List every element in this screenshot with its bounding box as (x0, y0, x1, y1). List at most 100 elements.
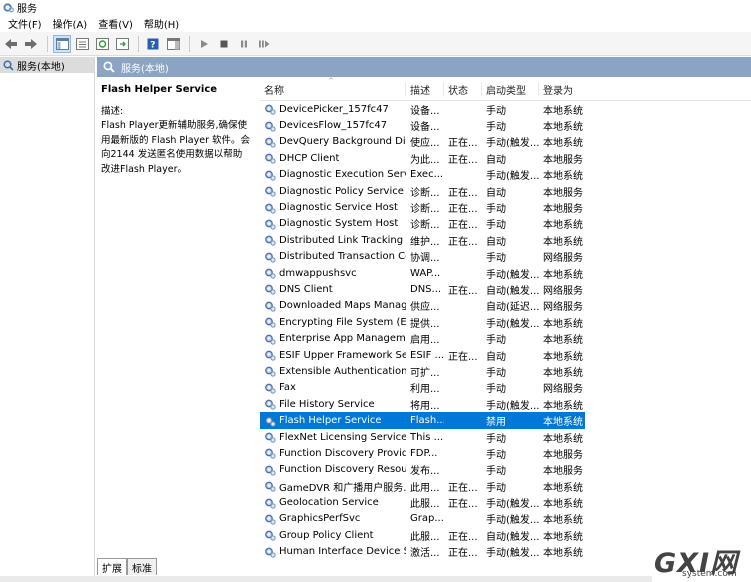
table-row[interactable]: GraphicsPerfSvc Grap... 手动(触发... 本地系统 (260, 511, 585, 527)
table-row[interactable]: Diagnostic Service Host 诊断... 正在... 手动 本地服务 (260, 199, 585, 215)
cell-description: FDP... (410, 447, 438, 459)
table-row[interactable]: Human Interface Device S... 激活... 正在... 手动(… (260, 544, 585, 560)
table-row[interactable]: Encrypting File System (EFS) 提供... 手动(触发..… (260, 314, 585, 330)
table-row[interactable]: GameDVR 和广播用户服务... 此用... 正在... 手动 本地系统 (260, 478, 585, 494)
table-header: ^ 名称 描述 状态 启动类型 登录为 (260, 77, 751, 101)
service-gear-icon (265, 399, 276, 410)
service-name: DHCP Client (279, 152, 340, 164)
show-hide-tree-button[interactable] (53, 34, 71, 53)
back-button[interactable] (2, 35, 20, 53)
cell-description: 启用... (410, 335, 440, 347)
help-button[interactable]: ? (144, 35, 162, 53)
table-row[interactable]: File History Service 将用... 手动(触发... 本地系统 (260, 396, 585, 412)
table-row[interactable]: Geolocation Service 此服... 正在... 手动(触发... 本地系… (260, 494, 585, 510)
restart-service-button[interactable] (255, 35, 273, 53)
table-row[interactable]: Distributed Link Tracking C... 维护... 正在...… (260, 232, 585, 248)
service-gear-icon (265, 137, 276, 148)
service-gear-icon (265, 301, 276, 312)
table-row[interactable]: Function Discovery Resour... 发布... 手动 本地服务 (260, 462, 585, 478)
cell-logon-as: 本地系统 (543, 433, 583, 445)
service-name: DNS Client (279, 283, 333, 295)
cell-logon-as: 本地系统 (543, 351, 583, 363)
service-gear-icon (265, 530, 276, 541)
tab-extended[interactable]: 扩展 (97, 558, 127, 575)
cell-logon-as: 本地系统 (543, 367, 583, 379)
cell-startup-type: 自动(触发... (486, 285, 539, 297)
table-row[interactable]: Enterprise App Manageme... 启用... 手动 本地系统 (260, 330, 585, 346)
table-row[interactable]: Diagnostic System Host 诊断... 正在... 手动 本地系统 (260, 216, 585, 232)
cell-status: 正在... (448, 220, 478, 232)
table-row[interactable]: Extensible Authentication ... 可扩... 手动 本地系统 (260, 363, 585, 379)
table-row[interactable]: DevicesFlow_157fc47 设备... 手动 本地系统 (260, 117, 585, 133)
service-gear-icon (265, 465, 276, 476)
cell-name: Diagnostic System Host (260, 218, 406, 230)
cell-description: DNS... (410, 283, 442, 295)
cell-logon-as: 本地系统 (543, 105, 583, 117)
table-row[interactable]: Flash Helper Service Flash... 禁用 本地系统 (260, 412, 585, 429)
table-row[interactable]: Diagnostic Execution Service Exec... 手动(触发… (260, 167, 585, 183)
menu-action[interactable]: 操作(A) (49, 16, 92, 31)
play-icon (201, 39, 208, 48)
cell-startup-type: 自动(触发... (486, 531, 539, 543)
cell-name: DevicesFlow_157fc47 (260, 120, 406, 132)
menu-view[interactable]: 查看(V) (94, 16, 137, 31)
table-row[interactable]: Downloaded Maps Manager 供应... 自动(延迟... 网络服务 (260, 298, 585, 314)
table-row[interactable]: DHCP Client 为此... 正在... 自动 本地服务 (260, 150, 585, 166)
show-hide-action-pane-button[interactable] (164, 35, 182, 53)
cell-logon-as: 本地服务 (543, 466, 583, 478)
forward-button[interactable] (22, 35, 40, 53)
cell-startup-type: 手动(触发... (486, 548, 539, 560)
svg-text:?: ? (150, 40, 155, 50)
table-row[interactable]: Distributed Transaction Co... 协调... 手动 网络服务 (260, 249, 585, 265)
service-gear-icon (265, 416, 276, 427)
panel-header-title: 服务(本地) (121, 63, 169, 75)
table-row[interactable]: FlexNet Licensing Service This ... 手动 本地系统 (260, 429, 585, 445)
table-row[interactable]: DevQuery Background Dis... 使应... 正在... 手动(触… (260, 134, 585, 150)
column-header-status[interactable]: 状态 (444, 82, 482, 97)
menu-file[interactable]: 文件(F) (4, 16, 46, 31)
service-name: Distributed Transaction Co... (279, 251, 406, 263)
start-service-button[interactable] (195, 35, 213, 53)
cell-startup-type: 手动(触发... (486, 400, 539, 412)
table-row[interactable]: dmwappushsvc WAP... 手动(触发... 本地系统 (260, 265, 585, 281)
cell-status: 正在... (448, 138, 478, 150)
cell-logon-as: 本地系统 (543, 318, 583, 330)
cell-logon-as: 本地系统 (543, 499, 583, 511)
table-row[interactable]: DNS Client DNS... 正在... 自动(触发... 网络服务 (260, 281, 585, 297)
cell-logon-as: 本地系统 (543, 236, 583, 248)
column-header-description[interactable]: 描述 (406, 82, 444, 97)
service-name: GraphicsPerfSvc (279, 513, 361, 525)
column-header-logon-as[interactable]: 登录为 (539, 82, 585, 97)
menu-help[interactable]: 帮助(H) (140, 16, 183, 31)
tab-standard[interactable]: 标准 (127, 558, 157, 575)
export-list-button[interactable] (113, 35, 131, 53)
pause-service-button[interactable] (235, 35, 253, 53)
service-gear-icon (265, 481, 276, 492)
menu-bar: 文件(F) 操作(A) 查看(V) 帮助(H) (0, 15, 751, 32)
properties-button[interactable] (73, 35, 91, 53)
action-pane-icon (166, 37, 180, 50)
cell-logon-as: 本地系统 (543, 417, 583, 429)
console-tree-icon (55, 37, 69, 50)
cell-description: 激活... (410, 548, 440, 560)
table-row[interactable]: DevicePicker_157fc47 设备... 手动 本地系统 (260, 101, 585, 117)
stop-service-button[interactable] (215, 35, 233, 53)
table-row[interactable]: Fax 利用... 手动 网络服务 (260, 380, 585, 396)
help-icon: ? (147, 38, 159, 50)
table-row[interactable]: Function Discovery Provide... FDP... 手动 本地服… (260, 445, 585, 461)
selected-service-title: Flash Helper Service (101, 84, 218, 95)
cell-description: Flash... (410, 415, 444, 427)
service-gear-icon (265, 514, 276, 525)
table-row[interactable]: Group Policy Client 此服... 正在... 自动(触发... 本地系… (260, 527, 585, 543)
service-name: FlexNet Licensing Service (279, 431, 406, 443)
cell-description: 协调... (410, 253, 440, 265)
service-gear-icon (265, 203, 276, 214)
cell-description: WAP... (410, 267, 441, 279)
table-row[interactable]: ESIF Upper Framework Ser... ESIF ... 正在...… (260, 347, 585, 363)
service-name: Distributed Link Tracking C... (279, 234, 406, 246)
table-row[interactable]: Diagnostic Policy Service 诊断... 正在... 自动 本地服… (260, 183, 585, 199)
refresh-button[interactable] (93, 35, 111, 53)
toolbar-separator (189, 35, 190, 52)
column-header-startup-type[interactable]: 启动类型 (482, 82, 539, 97)
tree-node-services-local[interactable]: 服务(本地) (0, 57, 94, 73)
